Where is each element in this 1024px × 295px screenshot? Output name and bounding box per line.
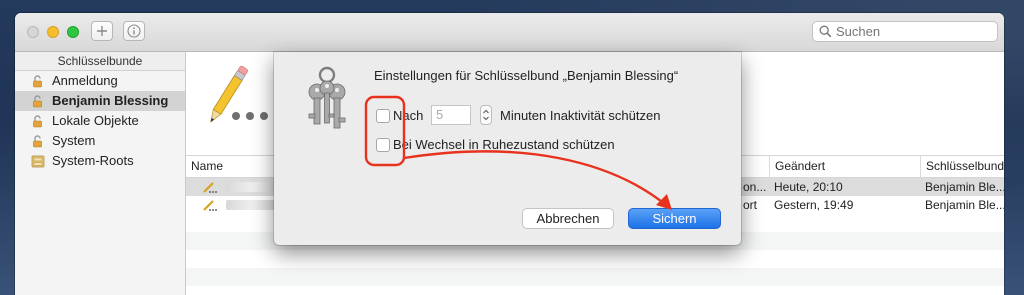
info-button[interactable] xyxy=(123,21,145,41)
keychain-icon xyxy=(308,66,346,129)
add-item-button[interactable] xyxy=(91,21,113,41)
close-window-button[interactable] xyxy=(27,26,39,38)
redacted-name xyxy=(226,182,276,192)
info-icon xyxy=(127,24,141,38)
plus-icon xyxy=(97,26,107,36)
keychains-sidebar: Schlüsselbunde Anmeldung Benjamin Blessi… xyxy=(15,52,186,295)
minutes-input[interactable]: 5 xyxy=(431,105,471,125)
minimize-window-button[interactable] xyxy=(47,26,59,38)
search-icon xyxy=(819,25,832,38)
lock-open-icon xyxy=(33,75,42,88)
sidebar-header: Schlüsselbunde xyxy=(15,52,185,71)
sidebar-item-lokale-objekte[interactable]: Lokale Objekte xyxy=(15,111,185,131)
sidebar-item-benjamin-blessing[interactable]: Benjamin Blessing xyxy=(15,91,185,111)
sidebar-item-system[interactable]: System xyxy=(15,131,185,151)
lock-open-icon xyxy=(33,135,42,148)
minutes-suffix-label: Minuten Inaktivität schützen xyxy=(500,108,661,123)
stepper-arrows-icon xyxy=(483,109,489,121)
sidebar-item-label: System xyxy=(52,133,96,148)
lock-on-sleep-checkbox[interactable] xyxy=(376,138,390,152)
keychain-cell: Benjamin Ble... xyxy=(925,180,1004,194)
lock-open-icon xyxy=(33,95,42,108)
lock-open-icon xyxy=(33,115,42,128)
save-button[interactable]: Sichern xyxy=(628,208,721,229)
zoom-window-button[interactable] xyxy=(67,26,79,38)
kind-cell: on... xyxy=(743,180,767,194)
pencil-icon xyxy=(210,65,268,123)
sidebar-item-label: Lokale Objekte xyxy=(52,113,139,128)
empty-row xyxy=(186,268,1004,286)
minutes-stepper[interactable] xyxy=(480,105,492,125)
column-header-keychain[interactable]: Schlüsselbund xyxy=(920,156,1004,177)
redacted-name xyxy=(226,200,276,210)
column-header-modified[interactable]: Geändert xyxy=(769,156,920,177)
lock-on-sleep-label: Bei Wechsel in Ruhezustand schützen xyxy=(393,137,615,152)
keychain-cell: Benjamin Ble... xyxy=(925,198,1004,212)
modified-cell: Gestern, 19:49 xyxy=(774,198,854,212)
sidebar-item-label: Anmeldung xyxy=(52,73,118,88)
sidebar-item-label: Benjamin Blessing xyxy=(52,93,169,108)
cancel-button[interactable]: Abbrechen xyxy=(522,208,614,229)
lock-after-checkbox[interactable] xyxy=(376,109,390,123)
cabinet-icon xyxy=(31,155,45,168)
sidebar-item-system-roots[interactable]: System-Roots xyxy=(15,151,185,171)
keychain-settings-dialog: Einstellungen für Schlüsselbund „Benjami… xyxy=(274,52,741,245)
sidebar-item-anmeldung[interactable]: Anmeldung xyxy=(15,71,185,91)
pencil-icon xyxy=(203,200,217,211)
sidebar-item-label: System-Roots xyxy=(52,153,134,168)
search-field[interactable] xyxy=(812,21,998,42)
lock-after-label: Nach xyxy=(393,108,424,123)
pencil-icon xyxy=(203,182,217,193)
titlebar xyxy=(15,13,1004,52)
modified-cell: Heute, 20:10 xyxy=(774,180,843,194)
dialog-title: Einstellungen für Schlüsselbund „Benjami… xyxy=(374,68,679,83)
search-input[interactable] xyxy=(836,24,986,39)
kind-cell: ort xyxy=(743,198,758,212)
